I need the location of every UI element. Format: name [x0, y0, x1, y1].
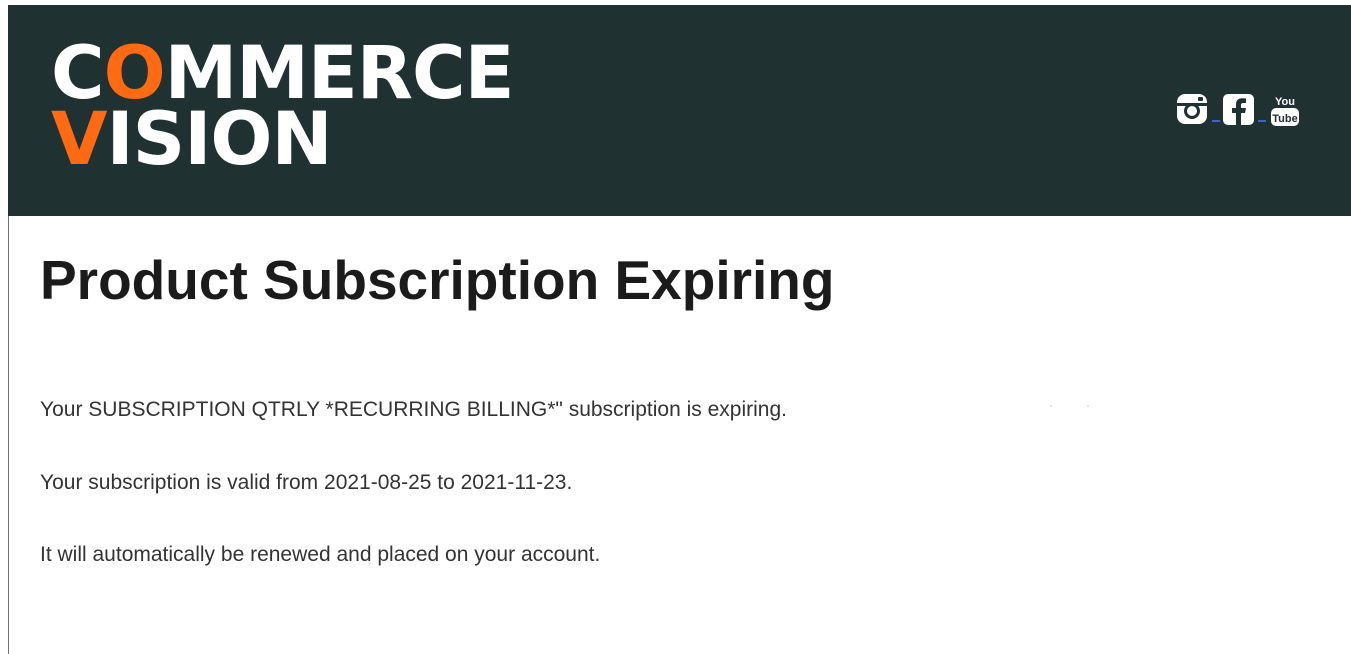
svg-text:Tube: Tube	[1272, 113, 1297, 125]
faint-mark	[1050, 405, 1052, 407]
instagram-icon[interactable]	[1176, 92, 1210, 126]
left-border	[8, 216, 9, 654]
subscription-expiring-text: Your SUBSCRIPTION QTRLY *RECURRING BILLI…	[40, 398, 787, 421]
commerce-vision-logo[interactable]: COMMERCE VISION	[51, 37, 514, 182]
email-header: COMMERCE VISION You Tube	[8, 5, 1351, 216]
page-title: Product Subscription Expiring	[40, 249, 835, 311]
faint-mark	[1087, 405, 1089, 407]
subscription-validity-text: Your subscription is valid from 2021-08-…	[40, 471, 573, 494]
link-underline	[1212, 120, 1220, 122]
facebook-icon[interactable]	[1222, 92, 1256, 126]
link-underline	[1258, 120, 1266, 122]
svg-text:You: You	[1275, 96, 1295, 108]
youtube-icon[interactable]: You Tube	[1268, 92, 1302, 126]
social-links: You Tube	[1176, 92, 1302, 126]
auto-renew-text: It will automatically be renewed and pla…	[40, 543, 601, 566]
email-body: COMMERCE VISION You Tube Product Subscri…	[0, 0, 1351, 654]
logo-line-2: VISION	[51, 97, 333, 182]
